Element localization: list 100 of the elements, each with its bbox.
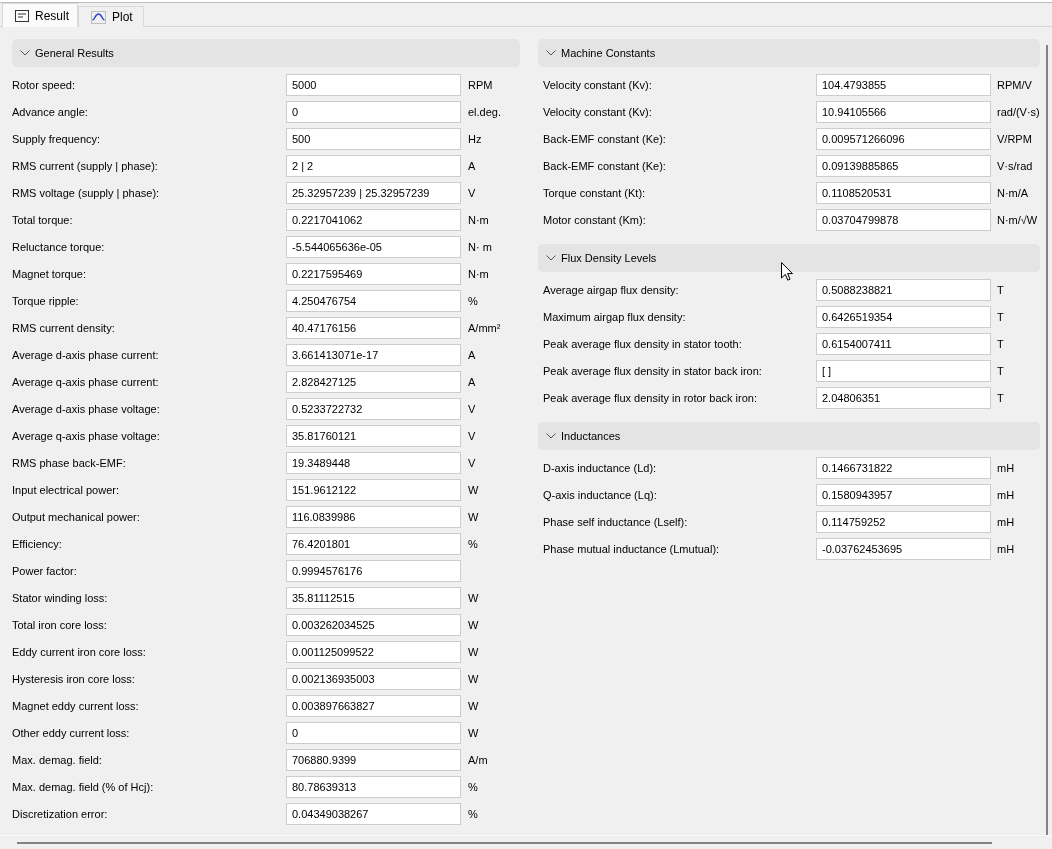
section-header[interactable]: General Results [12, 39, 520, 67]
field-label: Max. demag. field: [12, 754, 102, 766]
unit-label: N·m [468, 268, 489, 280]
unit-label: el.deg. [468, 106, 502, 118]
unit-label: % [468, 781, 478, 793]
value-field[interactable]: 0.2217595469 [286, 263, 461, 285]
unit-label: W [468, 511, 479, 523]
value-field[interactable]: 25.32957239 | 25.32957239 [286, 182, 461, 204]
value-field[interactable]: 0.1108520531 [816, 182, 991, 204]
value-field[interactable]: 3.661413071e-17 [286, 344, 461, 366]
unit-label: W [468, 592, 479, 604]
unit-label: V [468, 457, 476, 469]
field-label: Advance angle: [12, 106, 88, 118]
field-label: Eddy current iron core loss: [12, 646, 146, 658]
value-field[interactable]: 80.78639313 [286, 776, 461, 798]
chevron-down-icon [546, 433, 556, 439]
value-field[interactable]: 0.002136935003 [286, 668, 461, 690]
value-field[interactable]: 2.04806351 [816, 387, 991, 409]
section-header[interactable]: Inductances [538, 422, 1040, 450]
chevron-down-icon [546, 255, 556, 261]
value-field[interactable]: 0.1466731822 [816, 457, 991, 479]
tab[interactable]: Result [2, 3, 78, 27]
unit-label: T [997, 311, 1004, 323]
value-field[interactable]: 0.009571266096 [816, 128, 991, 150]
unit-label: T [997, 338, 1004, 350]
unit-label: rad/(V·s) [997, 106, 1040, 118]
value-field[interactable]: [ ] [816, 360, 991, 382]
value-field[interactable]: 0.2217041062 [286, 209, 461, 231]
unit-label: mH [997, 489, 1015, 501]
unit-label: A/mm² [468, 322, 501, 334]
vertical-scrollbar[interactable] [1046, 45, 1048, 835]
unit-label: V/RPM [997, 133, 1032, 145]
value-field[interactable]: 0.1580943957 [816, 484, 991, 506]
unit-label: V [468, 430, 476, 442]
field-label: Back-EMF constant (Ke): [543, 160, 666, 172]
field-label: Motor constant (Km): [543, 214, 646, 226]
value-field[interactable]: -0.03762453695 [816, 538, 991, 560]
unit-label: A/m [468, 754, 488, 766]
value-field[interactable]: 19.3489448 [286, 452, 461, 474]
value-field[interactable]: 500 [286, 128, 461, 150]
field-label: Average d-axis phase current: [12, 349, 159, 361]
field-label: RMS current density: [12, 322, 115, 334]
tab[interactable]: Plot [78, 6, 144, 27]
value-field[interactable]: 0 [286, 101, 461, 123]
value-field[interactable]: 5000 [286, 74, 461, 96]
value-field[interactable]: 0.09139885865 [816, 155, 991, 177]
unit-label: W [468, 646, 479, 658]
value-field[interactable]: 2 | 2 [286, 155, 461, 177]
value-field[interactable]: 0.5088238821 [816, 279, 991, 301]
unit-label: RPM [468, 79, 493, 91]
value-field[interactable]: 4.250476754 [286, 290, 461, 312]
value-field[interactable]: 116.0839986 [286, 506, 461, 528]
unit-label: T [997, 392, 1004, 404]
chevron-down-icon [546, 50, 556, 56]
value-field[interactable]: 0 [286, 722, 461, 744]
value-field[interactable]: 0.03704799878 [816, 209, 991, 231]
value-field[interactable]: 35.81112515 [286, 587, 461, 609]
value-field[interactable]: 0.003897663827 [286, 695, 461, 717]
unit-label: N·m/√W [997, 214, 1038, 226]
unit-label: T [997, 365, 1004, 377]
value-field[interactable]: 0.9994576176 [286, 560, 461, 582]
value-field[interactable]: 0.001125099522 [286, 641, 461, 663]
value-field[interactable]: 151.9612122 [286, 479, 461, 501]
sine-wave-icon [91, 10, 106, 24]
value-field[interactable]: 0.6426519354 [816, 306, 991, 328]
value-field[interactable]: 35.81760121 [286, 425, 461, 447]
field-label: Efficiency: [12, 538, 62, 550]
unit-label: A [468, 376, 476, 388]
section-header[interactable]: Machine Constants [538, 39, 1040, 67]
field-label: RMS phase back-EMF: [12, 457, 126, 469]
value-field[interactable]: 76.4201801 [286, 533, 461, 555]
unit-label: Hz [468, 133, 482, 145]
field-label: Velocity constant (Kv): [543, 79, 652, 91]
field-label: RMS voltage (supply | phase): [12, 187, 160, 199]
value-field[interactable]: -5.544065636e-05 [286, 236, 461, 258]
field-label: RMS current (supply | phase): [12, 160, 158, 172]
value-field[interactable]: 0.003262034525 [286, 614, 461, 636]
horizontal-scrollbar[interactable] [17, 842, 992, 844]
field-label: Phase self inductance (Lself): [543, 516, 688, 528]
unit-label: N·m/A [997, 187, 1029, 199]
value-field[interactable]: 0.6154007411 [816, 333, 991, 355]
unit-label: W [468, 619, 479, 631]
value-field[interactable]: 0.04349038267 [286, 803, 461, 825]
value-field[interactable]: 40.47176156 [286, 317, 461, 339]
unit-label: mH [997, 516, 1015, 528]
section-header[interactable]: Flux Density Levels [538, 244, 1040, 272]
unit-label: W [468, 673, 479, 685]
unit-label: mH [997, 462, 1015, 474]
value-field[interactable]: 104.4793855 [816, 74, 991, 96]
value-field[interactable]: 2.828427125 [286, 371, 461, 393]
value-field[interactable]: 0.114759252 [816, 511, 991, 533]
field-label: Max. demag. field (% of Hcj): [12, 781, 154, 793]
field-label: Magnet eddy current loss: [12, 700, 139, 712]
unit-label: V [468, 187, 476, 199]
value-field[interactable]: 706880.9399 [286, 749, 461, 771]
value-field[interactable]: 10.94105566 [816, 101, 991, 123]
field-label: Average d-axis phase voltage: [12, 403, 160, 415]
value-field[interactable]: 0.5233722732 [286, 398, 461, 420]
field-label: Q-axis inductance (Lq): [543, 489, 657, 501]
field-label: Torque ripple: [12, 295, 79, 307]
